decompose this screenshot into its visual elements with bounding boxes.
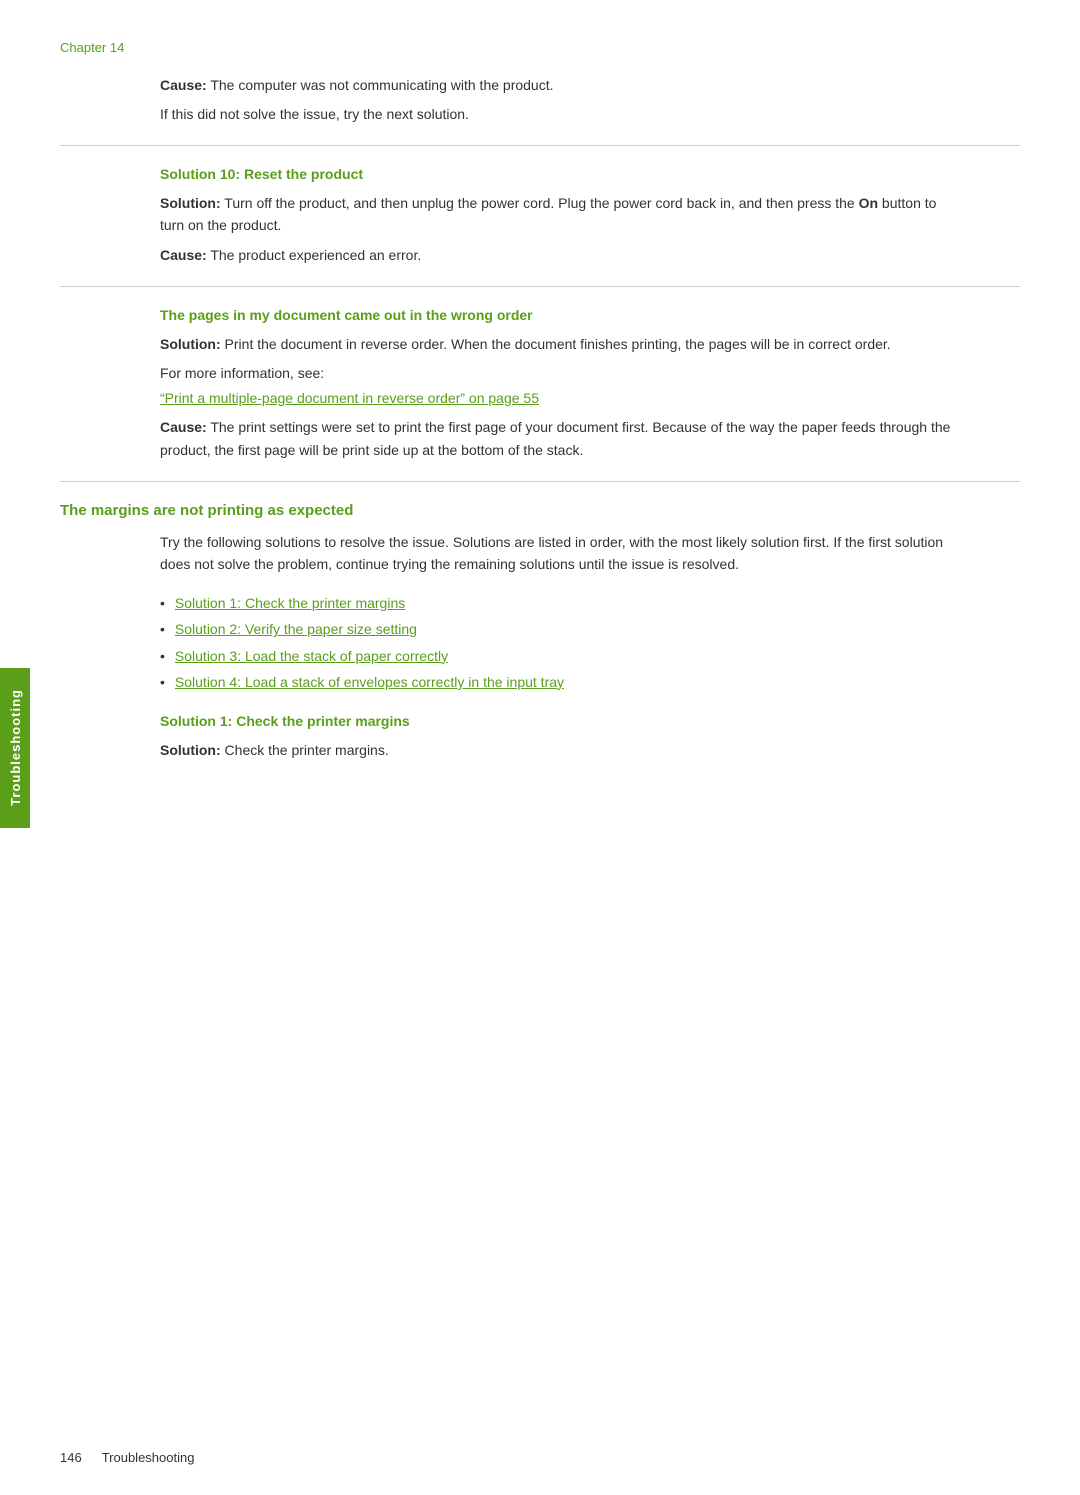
wrong-order-section: The pages in my document came out in the…: [60, 307, 1020, 461]
wrong-order-heading: The pages in my document came out in the…: [160, 307, 960, 323]
footer-page-number: 146: [60, 1450, 82, 1465]
cause-text-10: The product experienced an error.: [210, 247, 421, 263]
cause-line-10: Cause: The product experienced an error.: [160, 245, 960, 266]
margins-intro: Try the following solutions to resolve t…: [160, 531, 960, 576]
footer: 146 Troubleshooting: [60, 1450, 1020, 1465]
page: Chapter 14 Cause: The computer was not c…: [0, 0, 1080, 1495]
solution-10-text: Turn off the product, and then unplug th…: [160, 195, 936, 233]
bullet-4: Solution 4: Load a stack of envelopes co…: [160, 671, 1020, 693]
chapter-label: Chapter 14: [60, 40, 1020, 55]
cause-text: The computer was not communicating with …: [210, 77, 553, 93]
bullet-link-4[interactable]: Solution 4: Load a stack of envelopes co…: [175, 671, 564, 693]
reverse-order-link[interactable]: “Print a multiple-page document in rever…: [160, 390, 960, 406]
wrong-order-solution-text: Print the document in reverse order. Whe…: [225, 336, 891, 352]
wrong-order-solution-body: Solution: Print the document in reverse …: [160, 333, 960, 355]
solution-1-text: Check the printer margins.: [225, 742, 389, 758]
divider-1: [60, 145, 1020, 146]
cause-line: Cause: The computer was not communicatin…: [160, 75, 960, 96]
note-text: If this did not solve the issue, try the…: [160, 104, 960, 125]
bullet-3: Solution 3: Load the stack of paper corr…: [160, 645, 1020, 667]
solution-label-1: Solution:: [160, 742, 221, 758]
solution-10-section: Solution 10: Reset the product Solution:…: [60, 166, 1020, 266]
intro-cause-block: Cause: The computer was not communicatin…: [160, 75, 960, 125]
solution-10-heading: Solution 10: Reset the product: [160, 166, 960, 182]
cause-label-wo: Cause:: [160, 419, 207, 435]
solution-1-heading: Solution 1: Check the printer margins: [160, 713, 960, 729]
divider-3: [60, 481, 1020, 482]
margins-heading: The margins are not printing as expected: [60, 502, 1020, 519]
solution-label-10: Solution:: [160, 195, 221, 211]
solution-label-wo: Solution:: [160, 336, 221, 352]
wrong-order-cause-body: Cause: The print settings were set to pr…: [160, 416, 960, 461]
sidebar-label: Troubleshooting: [8, 689, 23, 806]
for-more-text: For more information, see:: [160, 363, 960, 384]
solution-1-indent: Solution 1: Check the printer margins So…: [160, 713, 960, 761]
cause-label: Cause:: [160, 77, 207, 93]
sidebar: Troubleshooting: [0, 668, 30, 828]
solution-10-indent: Solution 10: Reset the product Solution:…: [160, 166, 960, 266]
bullet-link-2[interactable]: Solution 2: Verify the paper size settin…: [175, 618, 417, 640]
wrong-order-indent: The pages in my document came out in the…: [160, 307, 960, 461]
bullet-1: Solution 1: Check the printer margins: [160, 592, 1020, 614]
footer-section-label: Troubleshooting: [102, 1450, 195, 1465]
bullet-link-3[interactable]: Solution 3: Load the stack of paper corr…: [175, 645, 448, 667]
margins-section: The margins are not printing as expected…: [60, 502, 1020, 762]
margins-bullets: Solution 1: Check the printer margins So…: [160, 592, 1020, 694]
solution-10-body: Solution: Turn off the product, and then…: [160, 192, 960, 237]
divider-2: [60, 286, 1020, 287]
wrong-order-cause-text: The print settings were set to print the…: [160, 419, 950, 457]
bullet-2: Solution 2: Verify the paper size settin…: [160, 618, 1020, 640]
solution-1-body: Solution: Check the printer margins.: [160, 739, 960, 761]
cause-label-10: Cause:: [160, 247, 207, 263]
bullet-link-1[interactable]: Solution 1: Check the printer margins: [175, 592, 405, 614]
